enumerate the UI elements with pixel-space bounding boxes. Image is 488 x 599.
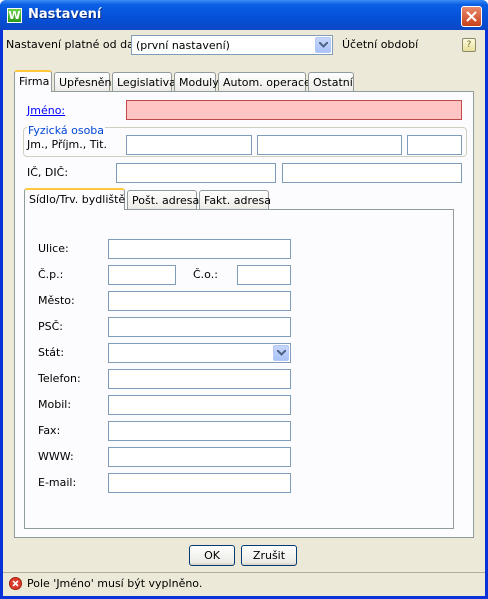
name-field[interactable] <box>126 100 462 120</box>
mobil-label: Mobil: <box>38 398 72 411</box>
address-tabs: Sídlo/Trv. bydliště Pošt. adresa Fakt. a… <box>24 188 464 210</box>
psc-field[interactable] <box>108 317 291 337</box>
chevron-down-icon <box>277 350 286 356</box>
close-icon <box>466 11 477 22</box>
address-panel: Ulice: Č.p.: Č.o.: Město: PSČ: Stát: Tel… <box>24 209 454 529</box>
tab-fakt-adresa[interactable]: Fakt. adresa <box>199 190 271 209</box>
cp-field[interactable] <box>108 265 176 285</box>
status-message: Pole 'Jméno' musí být vyplněno. <box>27 577 203 590</box>
dic-field[interactable] <box>282 163 462 183</box>
app-icon: W <box>7 8 22 23</box>
cp-label: Č.p.: <box>38 268 64 281</box>
main-tabs: Firma Upřesnění Legislativa Moduly Autom… <box>14 70 474 92</box>
window-title: Nastavení <box>28 7 102 22</box>
tab-post-adresa[interactable]: Pošt. adresa <box>127 190 199 209</box>
cancel-button[interactable]: Zrušit <box>241 545 297 566</box>
ic-field[interactable] <box>116 163 276 183</box>
tab-firma[interactable]: Firma <box>14 70 52 92</box>
tab-upresneni[interactable]: Upřesnění <box>54 72 115 91</box>
www-field[interactable] <box>108 447 291 467</box>
tab-ostatni[interactable]: Ostatní <box>308 72 354 91</box>
fax-label: Fax: <box>38 424 61 437</box>
ulice-field[interactable] <box>108 239 291 259</box>
ulice-label: Ulice: <box>38 242 69 255</box>
dialog-client: Nastavení platné od data: (první nastave… <box>3 30 485 596</box>
ic-dic-label: IČ, DIČ: <box>27 166 69 179</box>
first-name-field[interactable] <box>126 135 252 155</box>
last-name-field[interactable] <box>257 135 402 155</box>
tab-moduly[interactable]: Moduly <box>174 72 219 91</box>
stat-label: Stát: <box>38 346 65 359</box>
valid-from-value: (první nastavení) <box>136 39 230 52</box>
www-label: WWW: <box>38 450 74 463</box>
status-bar: Pole 'Jméno' musí být vyplněno. <box>3 572 485 594</box>
mobil-field[interactable] <box>108 395 291 415</box>
firma-panel: Jméno: Fyzická osoba Jm., Příjm., Tit. I… <box>14 91 474 538</box>
tab-sidlo[interactable]: Sídlo/Trv. bydliště <box>24 188 125 210</box>
close-button[interactable] <box>461 6 482 27</box>
help-icon[interactable]: ? <box>462 38 476 52</box>
error-icon <box>9 577 22 590</box>
tab-legislativa[interactable]: Legislativa <box>112 72 176 91</box>
chevron-down-icon <box>319 42 328 48</box>
dropdown-button[interactable] <box>315 37 331 53</box>
fax-field[interactable] <box>108 421 291 441</box>
person-group-title: Fyzická osoba <box>27 124 106 137</box>
mesto-field[interactable] <box>108 291 291 311</box>
name-label[interactable]: Jméno: <box>27 104 65 117</box>
co-field[interactable] <box>237 265 291 285</box>
telefon-label: Telefon: <box>38 372 81 385</box>
telefon-field[interactable] <box>108 369 291 389</box>
period-label: Účetní období <box>342 38 419 51</box>
ok-button[interactable]: OK <box>189 545 235 566</box>
stat-select[interactable] <box>108 343 291 363</box>
valid-from-label: Nastavení platné od data: <box>6 38 149 51</box>
dialog-window: W Nastavení Nastavení platné od data: (p… <box>0 0 488 599</box>
title-field[interactable] <box>407 135 462 155</box>
co-label: Č.o.: <box>193 268 218 281</box>
mesto-label: Město: <box>38 294 75 307</box>
email-field[interactable] <box>108 473 291 493</box>
valid-from-select[interactable]: (první nastavení) <box>131 35 333 55</box>
tab-autom-operace[interactable]: Autom. operace <box>218 72 311 91</box>
email-label: E-mail: <box>38 476 77 489</box>
stat-dropdown-button[interactable] <box>273 345 289 361</box>
title-bar[interactable]: W Nastavení <box>0 0 488 30</box>
psc-label: PSČ: <box>38 320 64 333</box>
person-fields-label: Jm., Příjm., Tit. <box>27 138 107 151</box>
